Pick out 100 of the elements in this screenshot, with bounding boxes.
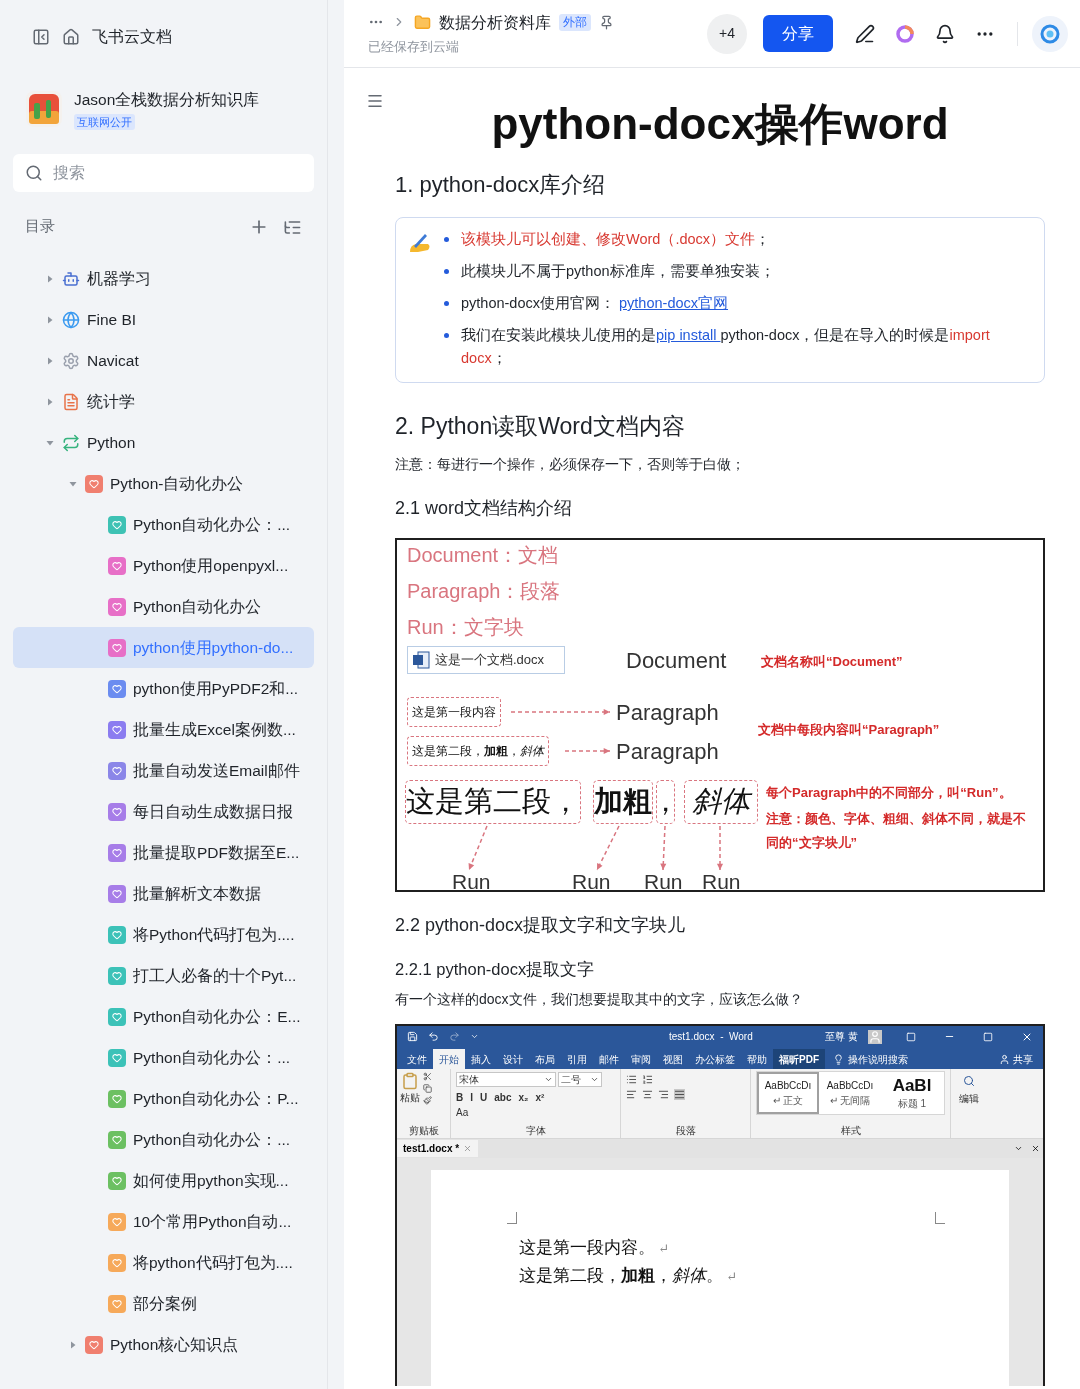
- format-button[interactable]: abc: [494, 1090, 512, 1106]
- tree-item[interactable]: Python自动化办公：P...: [13, 1078, 314, 1119]
- link[interactable]: python-docx官网: [619, 295, 729, 311]
- tree-item[interactable]: Python使用openpyxl...: [13, 545, 314, 586]
- pin-icon[interactable]: [599, 14, 614, 30]
- tree-item[interactable]: Python: [13, 422, 314, 463]
- save-icon[interactable]: [407, 1031, 418, 1043]
- home-icon[interactable]: [62, 28, 80, 46]
- collapse-sidebar-icon[interactable]: [32, 28, 50, 46]
- justify-icon[interactable]: [674, 1089, 685, 1101]
- size-select[interactable]: 二号: [558, 1072, 602, 1088]
- tree-item[interactable]: Python自动化办公：...: [13, 504, 314, 545]
- ribbon-tab[interactable]: 开始: [433, 1049, 465, 1070]
- ribbon-tab[interactable]: 文件: [401, 1049, 433, 1070]
- tree-item[interactable]: Python自动化办公：...: [13, 1119, 314, 1160]
- caret-icon[interactable]: [45, 273, 55, 284]
- tree-item[interactable]: Python核心知识点: [13, 1324, 314, 1365]
- crop-mark: [935, 1212, 945, 1225]
- tree-item[interactable]: 如何使用python实现...: [13, 1160, 314, 1201]
- copy-icon[interactable]: [423, 1084, 432, 1094]
- style-swatch[interactable]: AaBl 标题 1: [881, 1072, 943, 1115]
- align-left-icon[interactable]: [626, 1089, 637, 1101]
- caret-icon[interactable]: [45, 355, 55, 366]
- format-button[interactable]: I: [470, 1090, 473, 1106]
- tree-item[interactable]: 批量提取PDF数据至E...: [13, 832, 314, 873]
- tree-item[interactable]: 批量生成Excel案例数...: [13, 709, 314, 750]
- style-swatch[interactable]: AaBbCcDı ↵ 正文: [757, 1072, 819, 1115]
- tree-item[interactable]: 批量自动发送Email邮件: [13, 750, 314, 791]
- ribbon-tab[interactable]: 福昕PDF: [773, 1049, 825, 1070]
- editing-button[interactable]: 编辑: [959, 1091, 979, 1107]
- tree-item[interactable]: 机器学习: [13, 258, 314, 299]
- share-button[interactable]: 分享: [763, 15, 833, 52]
- format-button[interactable]: x₂: [518, 1090, 529, 1106]
- align-center-icon[interactable]: [642, 1089, 653, 1101]
- tree-item[interactable]: 将Python代码打包为....: [13, 914, 314, 955]
- style-swatch[interactable]: AaBbCcDı ↵ 无间隔: [819, 1072, 881, 1115]
- run-label: Run: [572, 868, 611, 890]
- tree-item[interactable]: Navicat: [13, 340, 314, 381]
- tree-item[interactable]: python使用PyPDF2和...: [13, 668, 314, 709]
- ribbon-tab[interactable]: 布局: [529, 1049, 561, 1070]
- outline-menu-icon[interactable]: [366, 92, 384, 110]
- tree-item[interactable]: 将python代码打包为....: [13, 1242, 314, 1283]
- tree-item[interactable]: Fine BI: [13, 299, 314, 340]
- group-label: 段落: [674, 1124, 697, 1139]
- loop-icon: [62, 433, 80, 452]
- tree-item[interactable]: 统计学: [13, 381, 314, 422]
- format-painter-icon[interactable]: [423, 1096, 432, 1106]
- workspace-name[interactable]: Jason全栈数据分析知识库: [74, 87, 260, 111]
- change-case-button[interactable]: Aa: [456, 1105, 469, 1121]
- find-icon[interactable]: [963, 1075, 975, 1088]
- close-tab-icon[interactable]: [1031, 1144, 1040, 1154]
- document-tab[interactable]: test1.docx *: [397, 1140, 479, 1158]
- cut-icon[interactable]: [423, 1072, 432, 1082]
- heading: 2.2 python-docx提取文字和文字块儿: [395, 913, 687, 937]
- share-button[interactable]: 共享: [999, 1049, 1039, 1070]
- external-badge: 外部: [559, 13, 591, 31]
- ribbon-tab[interactable]: 引用: [561, 1049, 593, 1070]
- caret-icon[interactable]: [68, 1339, 78, 1350]
- ribbon-tab[interactable]: 帮助: [741, 1049, 773, 1070]
- tree-item[interactable]: Python自动化办公：E...: [13, 996, 314, 1037]
- ribbon-tab[interactable]: 视图: [657, 1049, 689, 1070]
- undo-icon[interactable]: [428, 1031, 439, 1043]
- caret-icon[interactable]: [45, 396, 55, 407]
- caret-icon[interactable]: [45, 314, 55, 325]
- ribbon-tab[interactable]: 邮件: [593, 1049, 625, 1070]
- run-box: 加粗: [593, 779, 653, 824]
- ring-icon[interactable]: [895, 23, 915, 44]
- tree-item[interactable]: 批量解析文本数据: [13, 873, 314, 914]
- bullets-icon[interactable]: [626, 1074, 637, 1086]
- ribbon-tab[interactable]: 办公标签: [689, 1049, 741, 1070]
- paste-button[interactable]: 粘贴: [400, 1072, 420, 1124]
- format-button[interactable]: x²: [535, 1090, 545, 1106]
- ribbon-tab[interactable]: 设计: [497, 1049, 529, 1070]
- tree-item[interactable]: 打工人必备的十个Pyt...: [13, 955, 314, 996]
- ribbon-tab[interactable]: 插入: [465, 1049, 497, 1070]
- tree-item[interactable]: Python自动化办公：...: [13, 1037, 314, 1078]
- annotation-text: 文档中每段内容叫“Paragraph”: [758, 720, 940, 739]
- breadcrumb-link[interactable]: 数据分析资料库: [439, 10, 551, 34]
- maximize-icon[interactable]: [983, 1031, 993, 1042]
- writing-hand-icon: [408, 232, 432, 254]
- tell-me-search[interactable]: 操作说明搜索: [848, 1051, 908, 1067]
- collaborator-count[interactable]: +4: [707, 13, 747, 54]
- annotation-text: 文档名称叫“Document”: [761, 652, 903, 671]
- ribbon-display-icon[interactable]: [906, 1031, 916, 1042]
- link[interactable]: pip install: [656, 327, 721, 343]
- tree-item[interactable]: 部分案例: [13, 1283, 314, 1324]
- format-button[interactable]: B: [456, 1090, 464, 1106]
- ribbon-tab[interactable]: 审阅: [625, 1049, 657, 1070]
- tree-item[interactable]: 10个常用Python自动...: [13, 1201, 314, 1242]
- font-select[interactable]: 宋体: [456, 1072, 556, 1088]
- align-right-icon[interactable]: [658, 1089, 669, 1101]
- tree-item[interactable]: Python自动化办公: [13, 586, 314, 627]
- search-field[interactable]: 搜索: [13, 154, 314, 192]
- numbering-icon[interactable]: [642, 1074, 653, 1086]
- format-button[interactable]: U: [480, 1090, 488, 1106]
- edit-icon[interactable]: [855, 23, 875, 44]
- bell-icon[interactable]: [935, 23, 955, 44]
- tree-item[interactable]: Python-自动化办公: [13, 463, 314, 504]
- tree-item[interactable]: 每日自动生成数据日报: [13, 791, 314, 832]
- workspace-logo-icon[interactable]: [26, 91, 62, 127]
